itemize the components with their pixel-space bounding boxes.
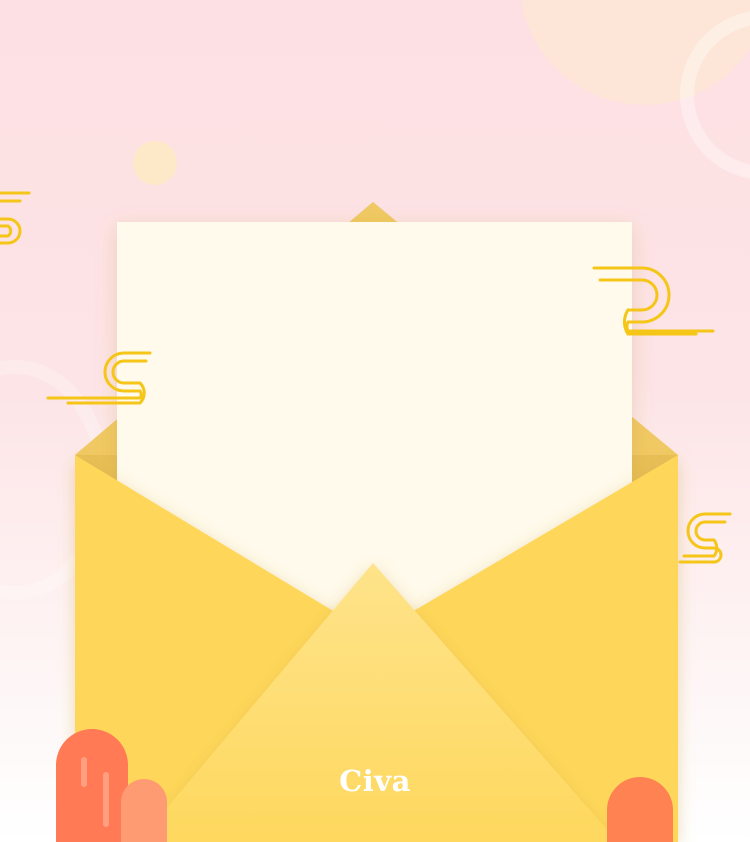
envelope-illustration xyxy=(0,191,732,842)
cloud-swirl-icon xyxy=(678,512,732,564)
cloud-swirl-icon xyxy=(0,191,31,245)
brand-logo: Civa xyxy=(339,764,411,798)
capsule-decoration xyxy=(607,777,673,842)
hero-banner: Civa xyxy=(0,0,750,842)
